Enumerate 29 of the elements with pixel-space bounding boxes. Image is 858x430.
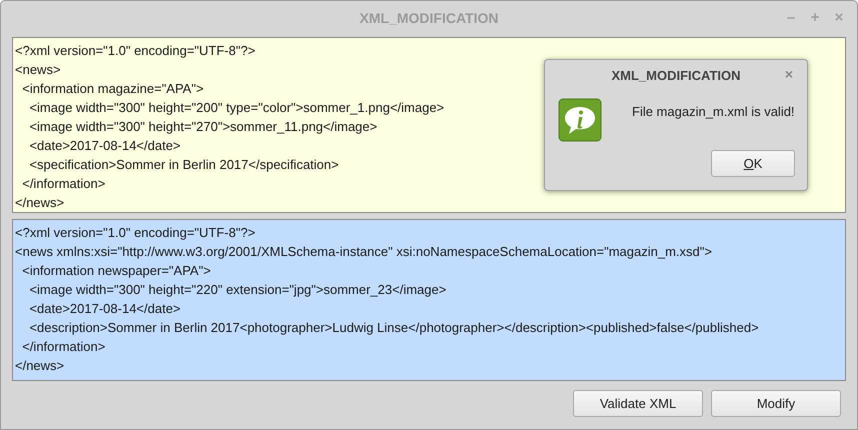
code-line: </information>: [21, 338, 106, 356]
code-line: <description>Sommer in Berlin 2017<photographer>Ludwig Linse</photographer></description><published>false</published>: [28, 319, 759, 337]
window-title: XML_MODIFICATION: [360, 10, 498, 26]
code-line: </information>: [21, 175, 106, 193]
code-line: <?xml version="1.0" encoding="UTF-8"?>: [15, 42, 256, 60]
xml-editor[interactable]: [12, 219, 846, 381]
close-button[interactable]: ×: [831, 9, 847, 26]
code-line: <image width="300" height="200" type="color">sommer_1.png</image>: [28, 99, 444, 117]
code-line: <image width="300" height="270">sommer_11.png</image>: [28, 118, 378, 136]
code-line: <date>2017-08-14</date>: [28, 137, 181, 155]
code-line: <date>2017-08-14</date>: [28, 300, 181, 318]
maximize-button[interactable]: +: [807, 9, 823, 26]
info-icon: [558, 98, 602, 142]
code-line: <specification>Sommer in Berlin 2017</specification>: [28, 156, 339, 174]
close-button[interactable]: ×: [784, 66, 793, 82]
dialog-message: File magazin_m.xml is valid!: [632, 104, 795, 119]
validate-button[interactable]: Validate XML: [573, 390, 703, 417]
code-line: </news>: [15, 357, 64, 375]
code-line: <information newspaper="APA">: [21, 262, 211, 280]
code-line: <news xmlns:xsi="http://www.w3.org/2001/XMLSchema-instance" xsi:noNamespaceSchemaLocation="magazin_m.xsd">: [15, 243, 712, 261]
minimize-button[interactable]: –: [783, 9, 799, 26]
code-line: <image width="300" height="220" extension="jpg">sommer_23</image>: [28, 281, 446, 299]
code-line: <?xml version="1.0" encoding="UTF-8"?>: [15, 224, 256, 242]
code-line: </news>: [15, 194, 64, 212]
code-line: <news>: [15, 61, 61, 79]
ok-button[interactable]: OK: [711, 150, 795, 177]
dialog-title: XML_MODIFICATION: [611, 68, 741, 82]
modify-button[interactable]: Modify: [711, 390, 841, 417]
code-line: <information magazine="APA">: [21, 80, 204, 98]
